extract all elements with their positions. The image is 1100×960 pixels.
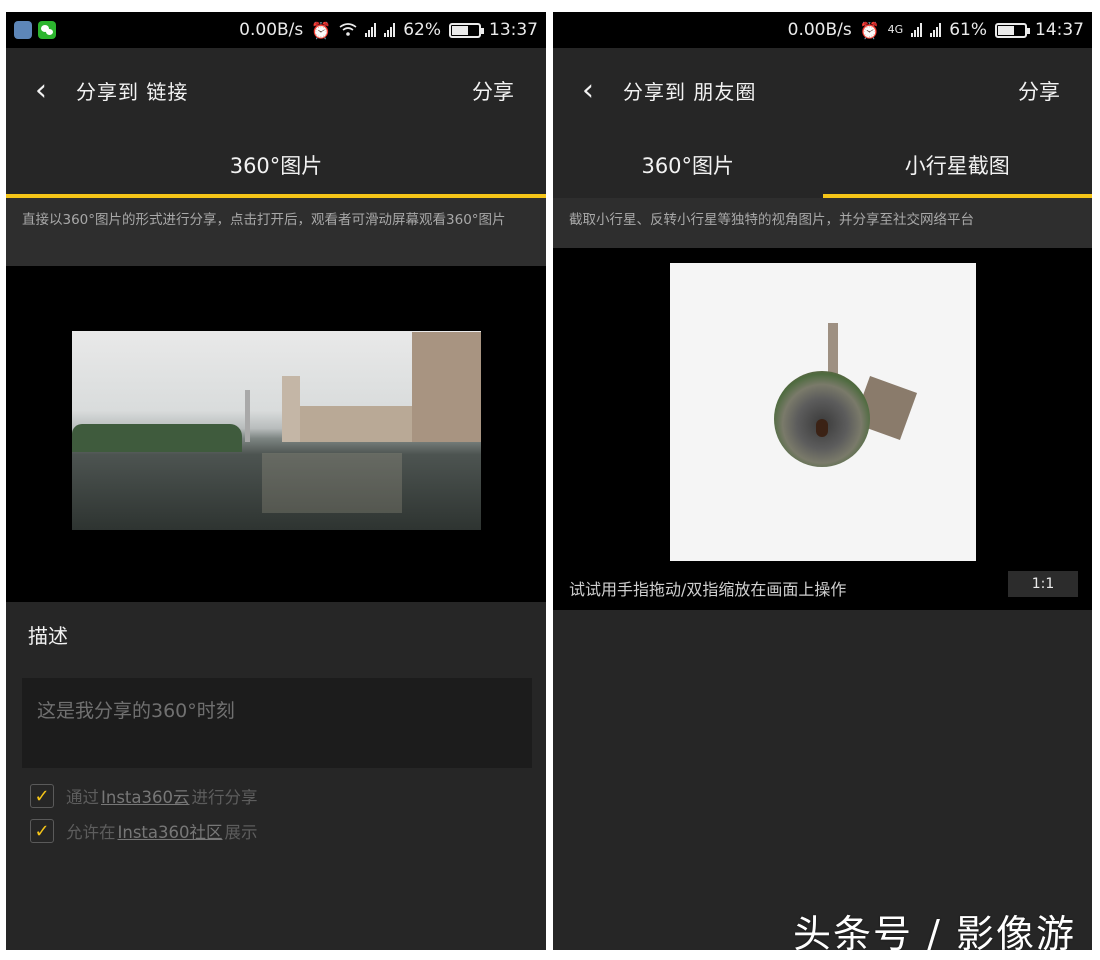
option-insta360-community[interactable]: ✓ 允许在 Insta360社区 展示 — [30, 819, 258, 843]
checkbox-checked-icon[interactable]: ✓ — [30, 819, 54, 843]
signal-icon-2 — [384, 23, 396, 37]
notification-icons — [14, 21, 56, 39]
network-type: 4G — [887, 23, 904, 36]
share-button[interactable]: 分享 — [472, 76, 514, 106]
watermark: 头条号 / 影像游 — [793, 912, 1076, 950]
tab-tiny-planet[interactable]: 小行星截图 — [822, 132, 1093, 198]
planet-preview[interactable]: 试试用手指拖动/双指缩放在画面上操作 1:1 — [553, 248, 1092, 610]
description-label: 描述 — [28, 624, 68, 648]
battery-icon — [995, 22, 1030, 38]
photo-preview[interactable] — [6, 266, 546, 602]
battery-percent: 61% — [949, 20, 987, 40]
app-bar: ‹ 分享到 朋友圈 分享 — [553, 48, 1092, 132]
mode-description: 截取小行星、反转小行星等独特的视角图片，并分享至社交网络平台 — [553, 198, 1092, 248]
option-suffix: 进行分享 — [191, 788, 258, 807]
tab-bar: 360°图片 — [6, 132, 546, 198]
page-title: 分享到 链接 — [76, 79, 189, 104]
network-type-icon: 4G — [887, 23, 904, 36]
alarm-icon: ⏰ — [859, 20, 880, 40]
battery-icon — [449, 22, 484, 38]
back-arrow-icon[interactable]: ‹ — [6, 48, 76, 132]
share-button[interactable]: 分享 — [1018, 76, 1060, 106]
insta360-community-link[interactable]: Insta360社区 — [118, 819, 223, 843]
option-insta360-cloud[interactable]: ✓ 通过 Insta360云 进行分享 — [30, 784, 258, 808]
panorama-image[interactable] — [72, 331, 481, 530]
wifi-icon — [339, 23, 357, 37]
insta360-cloud-link[interactable]: Insta360云 — [101, 784, 190, 808]
tiny-planet-image[interactable] — [670, 263, 976, 561]
wechat-notification-icon — [38, 21, 56, 39]
option-suffix: 展示 — [224, 823, 258, 842]
tab-bar: 360°图片 小行星截图 — [553, 132, 1092, 198]
clock: 13:37 — [489, 20, 538, 40]
status-bar: 0.00B/s ⏰ 62% 13:37 — [6, 12, 546, 48]
gesture-hint: 试试用手指拖动/双指缩放在画面上操作 — [569, 580, 847, 599]
signal-icon-2 — [930, 23, 942, 37]
tab-360-photo[interactable]: 360°图片 — [6, 132, 546, 198]
signal-icon — [365, 23, 377, 37]
right-screen: 0.00B/s ⏰ 4G 61% 14:37 ‹ 分享到 朋友圈 分享 360°… — [553, 12, 1092, 950]
mode-description: 直接以360°图片的形式进行分享，点击打开后，观看者可滑动屏幕观看360°图片 — [6, 198, 546, 266]
network-speed: 0.00B/s — [787, 20, 852, 40]
checkbox-checked-icon[interactable]: ✓ — [30, 784, 54, 808]
left-screen: 0.00B/s ⏰ 62% 13:37 ‹ 分享到 链接 分享 360°图片 直… — [6, 12, 546, 950]
alarm-icon: ⏰ — [311, 20, 332, 40]
network-speed: 0.00B/s — [239, 20, 304, 40]
option-prefix: 允许在 — [66, 823, 116, 842]
status-bar: 0.00B/s ⏰ 4G 61% 14:37 — [553, 12, 1092, 48]
tab-360-photo[interactable]: 360°图片 — [553, 132, 823, 198]
battery-percent: 62% — [403, 20, 441, 40]
option-prefix: 通过 — [66, 788, 99, 807]
aspect-ratio-button[interactable]: 1:1 — [1008, 571, 1078, 597]
app-bar: ‹ 分享到 链接 分享 — [6, 48, 546, 132]
back-arrow-icon[interactable]: ‹ — [553, 48, 623, 132]
gallery-notification-icon — [14, 21, 32, 39]
description-input[interactable]: 这是我分享的360°时刻 — [22, 678, 532, 768]
clock: 14:37 — [1035, 20, 1084, 40]
page-title: 分享到 朋友圈 — [623, 79, 757, 104]
signal-icon — [911, 23, 923, 37]
